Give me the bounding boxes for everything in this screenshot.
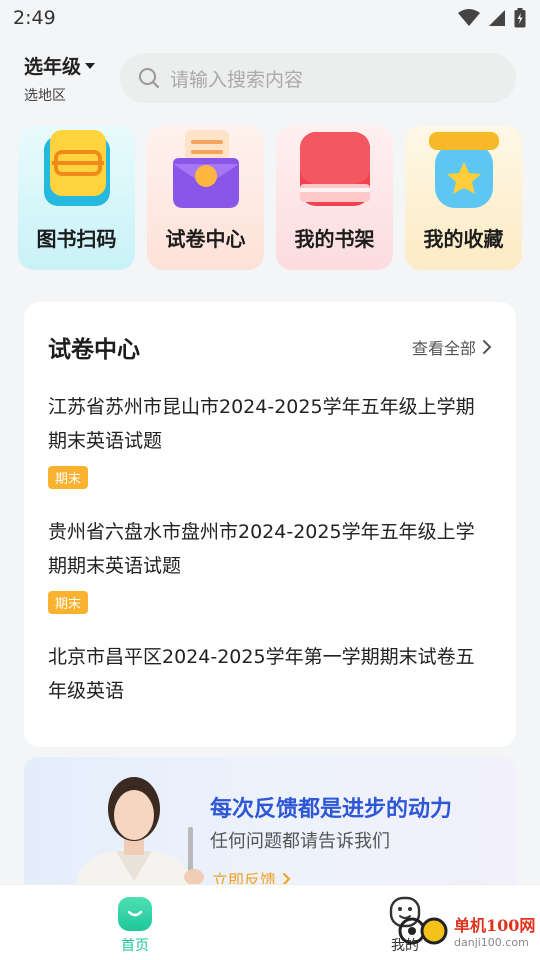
search-placeholder: 请输入搜索内容: [170, 68, 304, 91]
status-bar: 2:49: [0, 0, 540, 36]
quick-action-paper-center[interactable]: 试卷中心: [147, 126, 264, 270]
grade-region-selector[interactable]: 选年级 选地区: [24, 52, 120, 105]
paper-title: 北京市昌平区2024-2025学年第一学期期末试卷五年级英语: [48, 646, 475, 702]
region-select[interactable]: 选地区: [24, 85, 120, 105]
watermark-text: 单机100网 danji100.com: [454, 912, 535, 949]
watermark-name: 单机100网: [454, 916, 536, 935]
quick-action-my-bookshelf[interactable]: 我的书架: [276, 126, 393, 270]
nav-home-label: 首页: [121, 938, 149, 954]
paper-title: 江苏省苏州市昆山市2024-2025学年五年级上学期期末英语试题: [48, 396, 475, 452]
search-icon: [139, 68, 160, 89]
quick-action-label: 试卷中心: [165, 227, 246, 251]
grade-select[interactable]: 选年级: [24, 52, 120, 79]
paper-list-item[interactable]: 北京市昌平区2024-2025学年第一学期期末试卷五年级英语: [48, 640, 492, 708]
quick-action-label: 我的书架: [294, 227, 375, 251]
banner-title: 每次反馈都是进步的动力: [210, 797, 453, 822]
paper-list-item[interactable]: 贵州省六盘水市盘州市2024-2025学年五年级上学期期末英语试题 期末: [48, 515, 492, 614]
search-input[interactable]: 请输入搜索内容: [120, 53, 516, 103]
status-time: 2:49: [13, 7, 56, 29]
paper-tag-badge: 期末: [48, 466, 89, 489]
red-book-icon: [299, 132, 370, 206]
home-icon: [118, 897, 152, 931]
grade-label: 选年级: [24, 55, 82, 78]
star-jar-icon: [428, 132, 499, 208]
caret-down-icon: [85, 63, 96, 69]
person-illustration: [74, 777, 204, 897]
quick-actions: 图书扫码 试卷中心 我的书架 我的收藏: [0, 108, 540, 270]
quick-action-label: 我的收藏: [423, 227, 504, 251]
feedback-banner[interactable]: 每次反馈都是进步的动力 任何问题都请告诉我们 立即反馈: [24, 757, 516, 897]
view-all-label: 查看全部: [411, 339, 476, 358]
paper-tag-badge: 期末: [48, 591, 89, 614]
section-title: 试卷中心: [48, 337, 140, 363]
quick-action-book-scan[interactable]: 图书扫码: [18, 126, 135, 270]
quick-action-label: 图书扫码: [36, 227, 117, 251]
card-header: 试卷中心 查看全部: [48, 330, 492, 364]
paper-list-item[interactable]: 江苏省苏州市昆山市2024-2025学年五年级上学期期末英语试题 期末: [48, 390, 492, 489]
watermark: 单机100网 danji100.com: [398, 912, 535, 949]
paper-box-icon: [172, 130, 239, 208]
paper-center-card: 试卷中心 查看全部 江苏省苏州市昆山市2024-2025学年五年级上学期期末英语…: [24, 302, 516, 747]
signal-icon: [489, 10, 505, 26]
battery-icon: [514, 8, 526, 28]
view-all-link[interactable]: 查看全部: [412, 335, 492, 359]
banner-subtitle: 任何问题都请告诉我们: [210, 831, 390, 852]
chevron-right-icon: [483, 340, 492, 354]
watermark-url: danji100.com: [454, 936, 529, 949]
nav-tab-home[interactable]: 首页: [110, 897, 160, 955]
paper-title: 贵州省六盘水市盘州市2024-2025学年五年级上学期期末英语试题: [48, 521, 475, 577]
quick-action-my-favorites[interactable]: 我的收藏: [405, 126, 522, 270]
header: 选年级 选地区 请输入搜索内容: [0, 36, 540, 108]
scan-book-icon: [43, 130, 110, 206]
watermark-logo-icon: [398, 917, 448, 944]
status-icons: [458, 8, 526, 28]
wifi-icon: [458, 9, 480, 26]
